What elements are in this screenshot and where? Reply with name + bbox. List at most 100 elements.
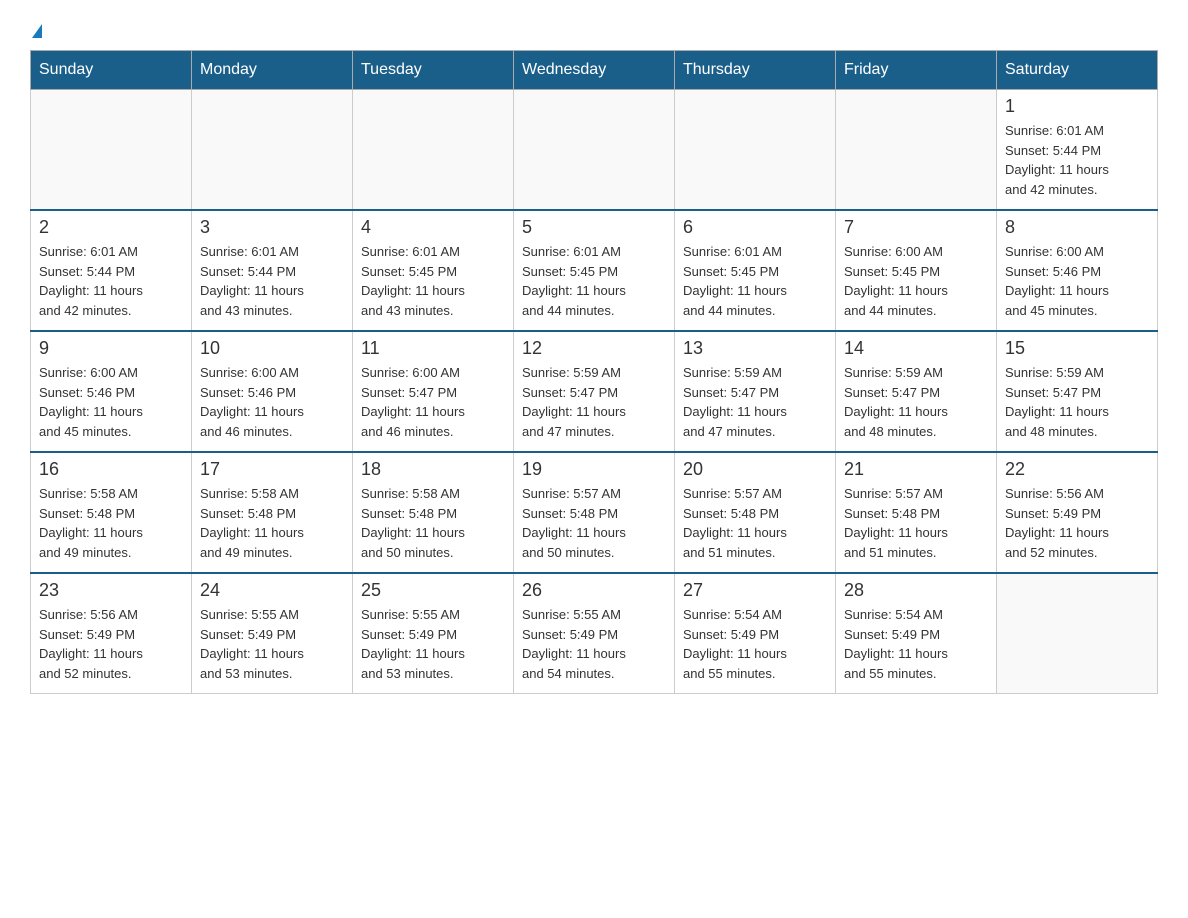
day-number: 11 (361, 338, 505, 359)
calendar-cell: 19 Sunrise: 5:57 AMSunset: 5:48 PMDayligh… (514, 452, 675, 573)
calendar-cell (31, 90, 192, 211)
day-info: Sunrise: 6:00 AMSunset: 5:47 PMDaylight:… (361, 363, 505, 441)
day-info: Sunrise: 6:01 AMSunset: 5:44 PMDaylight:… (200, 242, 344, 320)
calendar-cell: 8Sunrise: 6:00 AMSunset: 5:46 PMDaylight… (997, 210, 1158, 331)
day-info: Sunrise: 5:57 AMSunset: 5:48 PMDaylight:… (683, 484, 827, 562)
day-number: 6 (683, 217, 827, 238)
day-info: Sunrise: 6:00 AMSunset: 5:46 PMDaylight:… (1005, 242, 1149, 320)
col-header-thursday: Thursday (675, 51, 836, 90)
day-number: 27 (683, 580, 827, 601)
day-number: 3 (200, 217, 344, 238)
calendar-cell: 26 Sunrise: 5:55 AMSunset: 5:49 PMDayligh… (514, 573, 675, 694)
day-info: Sunrise: 5:58 AMSunset: 5:48 PMDaylight:… (361, 484, 505, 562)
day-info: Sunrise: 6:00 AMSunset: 5:46 PMDaylight:… (200, 363, 344, 441)
day-number: 23 (39, 580, 183, 601)
col-header-wednesday: Wednesday (514, 51, 675, 90)
day-number: 12 (522, 338, 666, 359)
day-info: Sunrise: 5:55 AMSunset: 5:49 PMDaylight:… (200, 605, 344, 683)
day-number: 7 (844, 217, 988, 238)
day-number: 4 (361, 217, 505, 238)
day-number: 17 (200, 459, 344, 480)
calendar-cell: 14 Sunrise: 5:59 AMSunset: 5:47 PMDayligh… (836, 331, 997, 452)
day-info: Sunrise: 6:01 AMSunset: 5:45 PMDaylight:… (361, 242, 505, 320)
day-info: Sunrise: 5:59 AMSunset: 5:47 PMDaylight:… (1005, 363, 1149, 441)
day-info: Sunrise: 6:01 AMSunset: 5:45 PMDaylight:… (522, 242, 666, 320)
day-number: 28 (844, 580, 988, 601)
day-info: Sunrise: 6:01 AMSunset: 5:44 PMDaylight:… (39, 242, 183, 320)
calendar-cell: 27 Sunrise: 5:54 AMSunset: 5:49 PMDayligh… (675, 573, 836, 694)
calendar-table: SundayMondayTuesdayWednesdayThursdayFrid… (30, 50, 1158, 694)
calendar-header-row: SundayMondayTuesdayWednesdayThursdayFrid… (31, 51, 1158, 90)
col-header-tuesday: Tuesday (353, 51, 514, 90)
day-number: 2 (39, 217, 183, 238)
day-number: 22 (1005, 459, 1149, 480)
day-info: Sunrise: 5:59 AMSunset: 5:47 PMDaylight:… (522, 363, 666, 441)
calendar-cell (675, 90, 836, 211)
day-info: Sunrise: 5:57 AMSunset: 5:48 PMDaylight:… (522, 484, 666, 562)
day-number: 18 (361, 459, 505, 480)
calendar-cell (514, 90, 675, 211)
col-header-saturday: Saturday (997, 51, 1158, 90)
calendar-week-row: 1Sunrise: 6:01 AMSunset: 5:44 PMDaylight… (31, 90, 1158, 211)
day-number: 9 (39, 338, 183, 359)
day-info: Sunrise: 5:54 AMSunset: 5:49 PMDaylight:… (844, 605, 988, 683)
calendar-cell (836, 90, 997, 211)
calendar-week-row: 2 Sunrise: 6:01 AMSunset: 5:44 PMDaylight… (31, 210, 1158, 331)
col-header-friday: Friday (836, 51, 997, 90)
day-number: 19 (522, 459, 666, 480)
day-number: 5 (522, 217, 666, 238)
day-number: 21 (844, 459, 988, 480)
day-info: Sunrise: 6:00 AMSunset: 5:45 PMDaylight:… (844, 242, 988, 320)
calendar-cell: 6 Sunrise: 6:01 AMSunset: 5:45 PMDaylight… (675, 210, 836, 331)
calendar-cell: 25 Sunrise: 5:55 AMSunset: 5:49 PMDayligh… (353, 573, 514, 694)
day-info: Sunrise: 5:54 AMSunset: 5:49 PMDaylight:… (683, 605, 827, 683)
day-info: Sunrise: 6:01 AMSunset: 5:44 PMDaylight:… (1005, 121, 1149, 199)
day-info: Sunrise: 5:58 AMSunset: 5:48 PMDaylight:… (39, 484, 183, 562)
day-number: 13 (683, 338, 827, 359)
calendar-cell: 13 Sunrise: 5:59 AMSunset: 5:47 PMDayligh… (675, 331, 836, 452)
calendar-cell: 23 Sunrise: 5:56 AMSunset: 5:49 PMDayligh… (31, 573, 192, 694)
calendar-cell: 20 Sunrise: 5:57 AMSunset: 5:48 PMDayligh… (675, 452, 836, 573)
page-header (30, 20, 1158, 42)
day-number: 20 (683, 459, 827, 480)
calendar-week-row: 23 Sunrise: 5:56 AMSunset: 5:49 PMDayligh… (31, 573, 1158, 694)
calendar-cell: 21 Sunrise: 5:57 AMSunset: 5:48 PMDayligh… (836, 452, 997, 573)
calendar-cell (353, 90, 514, 211)
day-info: Sunrise: 6:01 AMSunset: 5:45 PMDaylight:… (683, 242, 827, 320)
day-info: Sunrise: 5:55 AMSunset: 5:49 PMDaylight:… (522, 605, 666, 683)
calendar-cell: 22 Sunrise: 5:56 AMSunset: 5:49 PMDayligh… (997, 452, 1158, 573)
day-number: 25 (361, 580, 505, 601)
calendar-cell: 9 Sunrise: 6:00 AMSunset: 5:46 PMDaylight… (31, 331, 192, 452)
calendar-week-row: 16 Sunrise: 5:58 AMSunset: 5:48 PMDayligh… (31, 452, 1158, 573)
day-number: 10 (200, 338, 344, 359)
calendar-cell: 3 Sunrise: 6:01 AMSunset: 5:44 PMDaylight… (192, 210, 353, 331)
day-info: Sunrise: 5:59 AMSunset: 5:47 PMDaylight:… (683, 363, 827, 441)
calendar-cell: 7 Sunrise: 6:00 AMSunset: 5:45 PMDaylight… (836, 210, 997, 331)
calendar-cell: 2 Sunrise: 6:01 AMSunset: 5:44 PMDaylight… (31, 210, 192, 331)
calendar-cell: 10 Sunrise: 6:00 AMSunset: 5:46 PMDayligh… (192, 331, 353, 452)
calendar-cell (192, 90, 353, 211)
day-info: Sunrise: 5:56 AMSunset: 5:49 PMDaylight:… (39, 605, 183, 683)
calendar-cell: 11 Sunrise: 6:00 AMSunset: 5:47 PMDayligh… (353, 331, 514, 452)
calendar-cell: 18 Sunrise: 5:58 AMSunset: 5:48 PMDayligh… (353, 452, 514, 573)
day-number: 14 (844, 338, 988, 359)
calendar-cell (997, 573, 1158, 694)
calendar-cell: 16 Sunrise: 5:58 AMSunset: 5:48 PMDayligh… (31, 452, 192, 573)
calendar-cell: 5 Sunrise: 6:01 AMSunset: 5:45 PMDaylight… (514, 210, 675, 331)
day-info: Sunrise: 6:00 AMSunset: 5:46 PMDaylight:… (39, 363, 183, 441)
day-number: 16 (39, 459, 183, 480)
day-number: 26 (522, 580, 666, 601)
calendar-cell: 15Sunrise: 5:59 AMSunset: 5:47 PMDayligh… (997, 331, 1158, 452)
calendar-cell: 1Sunrise: 6:01 AMSunset: 5:44 PMDaylight… (997, 90, 1158, 211)
day-info: Sunrise: 5:57 AMSunset: 5:48 PMDaylight:… (844, 484, 988, 562)
calendar-cell: 24 Sunrise: 5:55 AMSunset: 5:49 PMDayligh… (192, 573, 353, 694)
calendar-cell: 4 Sunrise: 6:01 AMSunset: 5:45 PMDaylight… (353, 210, 514, 331)
day-info: Sunrise: 5:55 AMSunset: 5:49 PMDaylight:… (361, 605, 505, 683)
day-number: 24 (200, 580, 344, 601)
col-header-sunday: Sunday (31, 51, 192, 90)
calendar-week-row: 9 Sunrise: 6:00 AMSunset: 5:46 PMDaylight… (31, 331, 1158, 452)
day-info: Sunrise: 5:58 AMSunset: 5:48 PMDaylight:… (200, 484, 344, 562)
day-info: Sunrise: 5:59 AMSunset: 5:47 PMDaylight:… (844, 363, 988, 441)
logo (30, 28, 42, 42)
day-info: Sunrise: 5:56 AMSunset: 5:49 PMDaylight:… (1005, 484, 1149, 562)
